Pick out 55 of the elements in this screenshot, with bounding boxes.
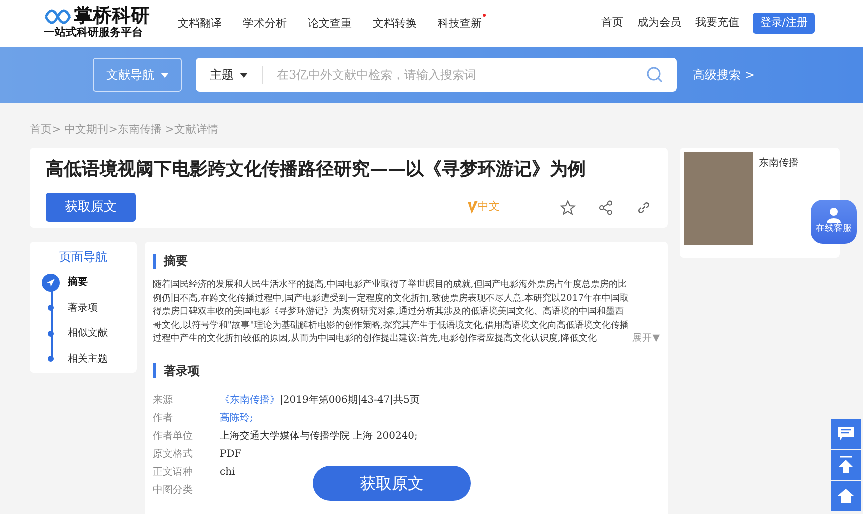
journal-link[interactable]: 《东南传播》 xyxy=(220,393,280,408)
nav-link[interactable]: 文档翻译 xyxy=(178,14,226,33)
floating-get-fulltext-button[interactable]: 获取原文 xyxy=(313,466,471,501)
logo-title[interactable]: 掌桥科研 xyxy=(74,7,150,26)
page-nav-item[interactable]: 著录项 xyxy=(68,300,98,316)
nav-link[interactable]: 我要充值 xyxy=(695,15,740,32)
field-label: 作者单位 xyxy=(153,430,194,444)
v-logo-icon xyxy=(468,200,478,214)
nav-link[interactable]: 成为会员 xyxy=(637,15,682,32)
nav-link[interactable]: 首页 xyxy=(601,15,624,32)
arrow-up-icon xyxy=(838,456,854,474)
nav-link[interactable]: 学术分析 xyxy=(243,14,291,33)
search-icon[interactable] xyxy=(646,66,664,84)
nav-link[interactable]: 科技查新 xyxy=(438,14,486,33)
field-label: 正文语种 xyxy=(153,466,194,480)
page-nav-item[interactable]: 相似文献 xyxy=(68,326,108,342)
field-label: 中图分类 xyxy=(153,484,194,498)
language-label: 中文 xyxy=(478,199,500,216)
get-fulltext-button[interactable]: 获取原文 xyxy=(46,193,136,222)
field-value: |2019年第006期|43-47|共5页 xyxy=(280,394,420,408)
author-link[interactable]: 高陈玲; xyxy=(220,411,254,426)
field-value: 上海交通大学媒体与传播学院 上海 200240; xyxy=(220,430,418,444)
page-nav-item[interactable]: 摘要 xyxy=(68,275,88,290)
online-service-button[interactable]: 在线客服 xyxy=(811,200,857,244)
article-title: 高低语境视阈下电影跨文化传播路径研究——以《寻梦环游记》为例 xyxy=(46,158,587,182)
caret-icon xyxy=(240,72,248,78)
logo-wave-icon xyxy=(44,8,72,25)
home-button[interactable] xyxy=(831,481,861,511)
scope-dropdown[interactable]: 主题 xyxy=(196,66,263,84)
field-label: 原文格式 xyxy=(153,448,194,462)
journal-name[interactable]: 东南传播 xyxy=(759,156,799,254)
abstract-text: 随着国民经济的发展和人民生活水平的提高,中国电影产业取得了举世瞩目的成就,但国产电影海外票房占年度总票房的比例仍旧不高,在跨文化传播过程中,国产电影遭受到一定程度的文化折扣,致使票房表现不尽人意.本研究以2017年在中国取得票房口碑双丰收的美国电影《寻梦环游记》为案例研究对象,通过分析其涉及的低语境美国文化、高语境的中国和墨西哥文化,以符号学和"故事"理论为基础解析电影的创作策略,探究其产生于低语境文化,借用高语境文化向高低语境文化传播过程中产生的文化折扣较低的原因,从而为中国电影的创作提出建议:首先,电影创作者应提高文化认识度,降低文化 xyxy=(153,278,630,346)
field-label: 作者 xyxy=(153,412,174,426)
star-icon[interactable] xyxy=(560,200,576,216)
caret-icon xyxy=(160,72,168,78)
section-heading: 摘要 xyxy=(164,253,188,270)
field-label: 来源 xyxy=(153,394,174,408)
share-icon[interactable] xyxy=(598,200,614,216)
search-input[interactable]: 在3亿中外文献中检索，请输入搜索词 xyxy=(263,66,646,84)
nav-link[interactable]: 论文查重 xyxy=(308,14,356,33)
section-heading: 著录项 xyxy=(164,362,200,380)
page-nav-item[interactable]: 相关主题 xyxy=(68,352,108,367)
page-nav-title: 页面导航 xyxy=(58,249,108,266)
field-value: PDF xyxy=(220,448,242,462)
search-bar[interactable]: 主题 在3亿中外文献中检索，请输入搜索词 xyxy=(196,58,677,92)
back-to-top-button[interactable] xyxy=(831,450,861,480)
link-icon[interactable] xyxy=(636,200,652,216)
nav-link[interactable]: 文档转换 xyxy=(373,14,421,33)
field-value: chi xyxy=(220,466,236,480)
breadcrumb: 首页> 中文期刊>东南传播 >文献详情 xyxy=(30,122,220,138)
house-icon xyxy=(838,488,854,504)
logo-subtitle: 一站式科研服务平台 xyxy=(44,26,144,40)
feedback-button[interactable] xyxy=(831,419,861,449)
login-button[interactable]: 登录/注册 xyxy=(753,13,815,34)
message-icon xyxy=(837,426,855,442)
